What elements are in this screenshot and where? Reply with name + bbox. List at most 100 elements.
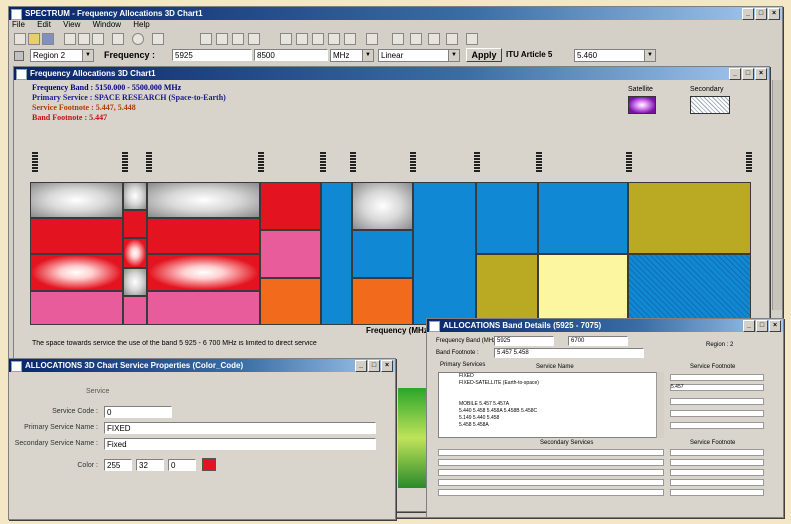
unit-select[interactable]: MHz ▼ [330,49,374,62]
open-folder-icon[interactable] [28,33,40,45]
allocation-cell[interactable] [413,182,476,325]
grid-icon[interactable] [410,33,422,45]
primary-services-list[interactable]: FIXED FIXED-SATELLITE (Earth-to-space) M… [438,372,664,438]
allocation-cell[interactable] [628,254,751,325]
color-swatch[interactable] [202,458,216,471]
chart-maximize-button[interactable]: □ [742,68,754,80]
list-scrollbar[interactable] [656,372,664,438]
close-button[interactable]: × [768,8,780,20]
allocation-cell[interactable] [476,182,538,254]
secondary-service-row[interactable] [438,449,664,456]
left-arrow-icon[interactable] [200,33,212,45]
allocation-cell[interactable] [476,254,538,325]
paste-icon[interactable] [92,33,104,45]
footnote-field[interactable] [670,422,764,429]
rectangle-tool-icon[interactable] [312,33,324,45]
secondary-footnote-field[interactable] [670,469,764,476]
menu-window[interactable]: Window [93,20,121,29]
menu-view[interactable]: View [63,20,80,29]
list-item[interactable]: 5.149 5.440 5.458 [439,415,663,422]
footnote-field[interactable] [670,374,764,381]
service-minimize-button[interactable]: _ [355,360,367,372]
allocation-cell[interactable] [352,230,413,278]
band-freq-to-input[interactable]: 6700 [568,336,628,346]
allocation-cell[interactable] [30,291,123,325]
menu-file[interactable]: File [12,20,25,29]
search-icon[interactable] [132,33,144,45]
allocation-cell[interactable] [321,182,352,325]
apply-button[interactable]: Apply [466,48,502,62]
band-footnote-input[interactable]: 5.457 5.458 [494,348,644,358]
list-item[interactable]: MOBILE 5.457 5.457A [439,401,663,408]
allocation-cell[interactable] [260,278,321,325]
allocation-cell[interactable] [147,291,260,325]
allocation-cell[interactable] [352,182,413,230]
maximize-button[interactable]: □ [755,8,767,20]
allocation-cell[interactable] [352,278,413,325]
service-code-input[interactable]: 0 [104,406,172,418]
allocation-cell[interactable] [538,182,628,254]
allocation-cell[interactable] [123,268,147,296]
chart-vertical-scrollbar[interactable] [772,80,782,310]
line-tool-icon[interactable] [280,33,292,45]
list-item[interactable]: FIXED [439,373,663,380]
print-icon[interactable] [112,33,124,45]
allocation-cell[interactable] [30,182,123,218]
footnote-field[interactable] [670,410,764,417]
secondary-name-input[interactable]: Fixed [104,438,376,450]
allocation-cell[interactable] [147,218,260,254]
list-item[interactable] [439,394,663,401]
allocation-cell[interactable] [123,210,147,238]
footnote-field[interactable] [670,398,764,405]
service-close-button[interactable]: × [381,360,393,372]
zoom-out-icon[interactable] [344,33,356,45]
up-arrow-icon[interactable] [232,33,244,45]
list-item[interactable]: 5.440 5.458 5.458A 5.458B 5.458C [439,408,663,415]
itu-article-select[interactable]: 5.460 ▼ [574,49,656,62]
chart-icon[interactable] [366,33,378,45]
allocation-cell[interactable] [628,182,751,254]
allocation-cell[interactable] [260,182,321,230]
allocation-cell[interactable] [123,296,147,325]
primary-services-tab[interactable]: Primary Services [440,362,485,368]
list-item[interactable] [439,387,663,394]
secondary-service-row[interactable] [438,479,664,486]
allocation-cell[interactable] [260,230,321,278]
secondary-footnote-field[interactable] [670,489,764,496]
minimize-button[interactable]: _ [742,8,754,20]
secondary-service-row[interactable] [438,469,664,476]
allocation-cell[interactable] [147,182,260,218]
list-item[interactable]: FIXED-SATELLITE (Earth-to-space) [439,380,663,387]
menu-edit[interactable]: Edit [37,20,51,29]
freq-from-input[interactable]: 5925 [172,49,252,61]
copy-icon[interactable] [78,33,90,45]
secondary-service-row[interactable] [438,489,664,496]
secondary-footnote-field[interactable] [670,449,764,456]
color-blue-input[interactable]: 0 [168,459,196,471]
down-arrow-icon[interactable] [248,33,260,45]
legend-icon[interactable] [392,33,404,45]
allocation-cell[interactable] [30,218,123,254]
color-red-input[interactable]: 255 [104,459,132,471]
new-file-icon[interactable] [14,33,26,45]
pointer-icon[interactable] [466,33,478,45]
chart-minimize-button[interactable]: _ [729,68,741,80]
band-minimize-button[interactable]: _ [743,320,755,332]
region-select[interactable]: Region 2 ▼ [30,49,94,62]
secondary-footnote-field[interactable] [670,459,764,466]
scale-select[interactable]: Linear ▼ [378,49,460,62]
chart-close-button[interactable]: × [755,68,767,80]
band-maximize-button[interactable]: □ [756,320,768,332]
secondary-footnote-field[interactable] [670,479,764,486]
help-icon[interactable] [152,33,164,45]
cut-icon[interactable] [64,33,76,45]
right-arrow-icon[interactable] [216,33,228,45]
primary-name-input[interactable]: FIXED [104,422,376,434]
allocation-cell[interactable] [147,254,260,291]
freq-to-input[interactable]: 8500 [254,49,328,61]
allocation-cell[interactable] [30,254,123,291]
palette-icon[interactable] [428,33,440,45]
menu-help[interactable]: Help [133,20,149,29]
allocation-cell[interactable] [123,238,147,268]
footnote-field[interactable]: 5.457 [670,384,764,391]
